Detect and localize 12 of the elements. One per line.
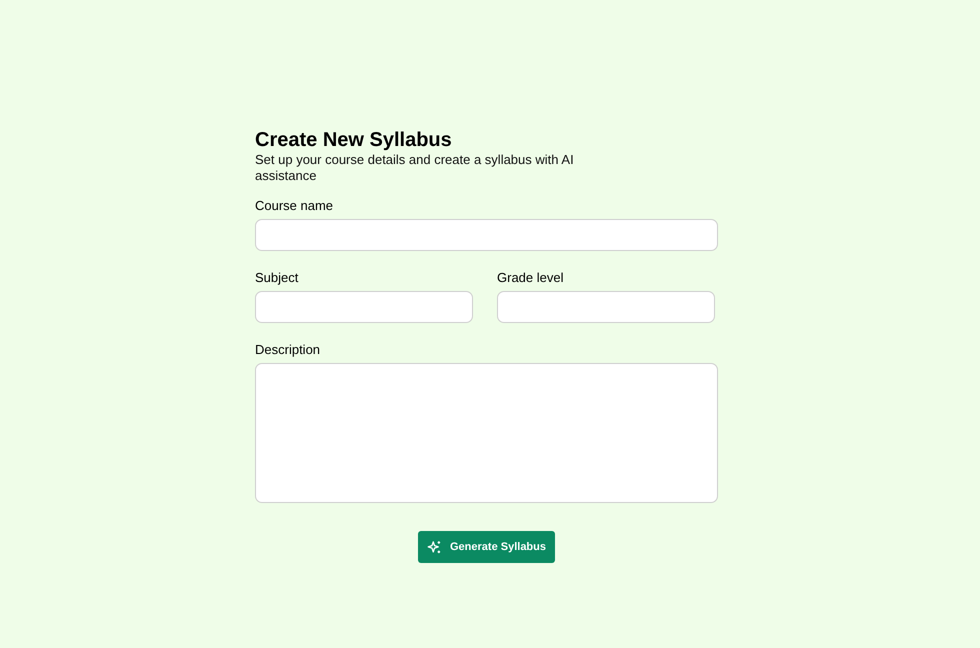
field-label: Course name xyxy=(255,198,334,214)
description-field[interactable] xyxy=(255,363,718,503)
field-label: Subject xyxy=(255,270,300,286)
field-label: Grade level xyxy=(497,270,564,286)
generate-button[interactable]: Generate Syllabus xyxy=(418,531,555,563)
input-field[interactable] xyxy=(497,291,715,323)
sparkle-icon xyxy=(427,540,442,554)
form-subtitle: Set up your course details and create a syllabus with AI assistance xyxy=(255,152,575,184)
form-title: Create New Syllabus xyxy=(255,128,453,152)
input-field[interactable] xyxy=(255,291,473,323)
input-field[interactable] xyxy=(255,219,718,251)
field-label: Description xyxy=(255,342,322,358)
